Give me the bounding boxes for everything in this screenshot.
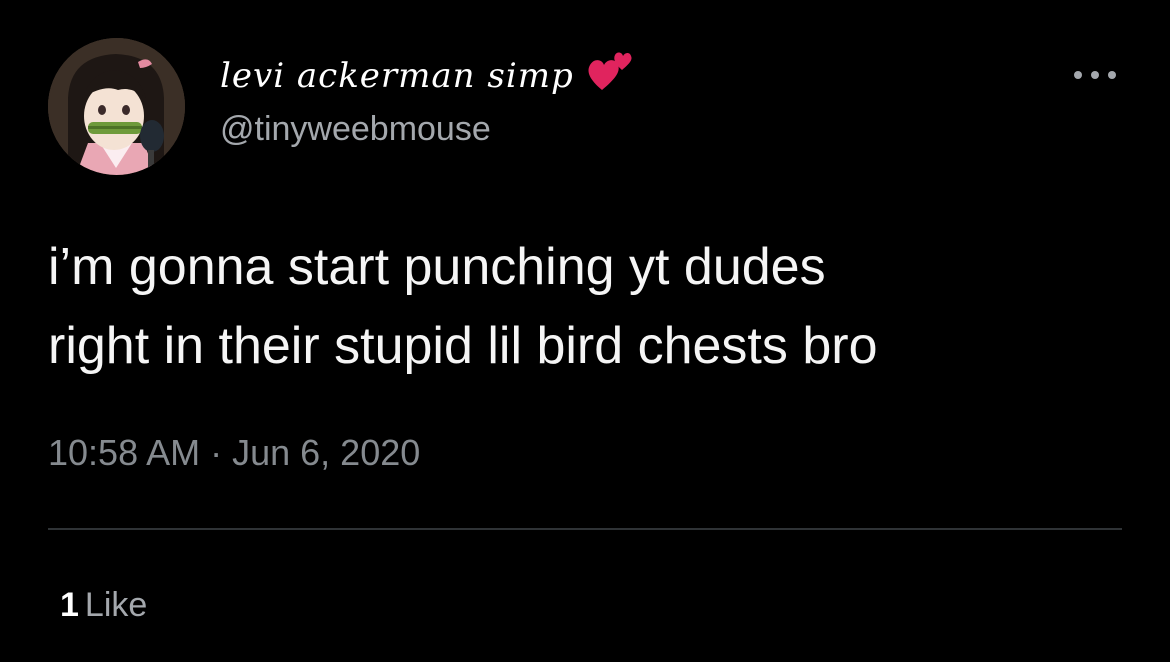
author-name-row[interactable]: levi ackerman simp bbox=[220, 48, 638, 104]
two-hearts-icon bbox=[586, 46, 638, 98]
like-count: 1 bbox=[60, 586, 79, 624]
like-label: Like bbox=[84, 586, 148, 624]
more-options-button[interactable] bbox=[1070, 60, 1120, 90]
likes-stat[interactable]: 1 Like bbox=[60, 586, 147, 625]
tweet-card: levi ackerman simp @tinyweebmouse i’m go… bbox=[0, 0, 1170, 662]
more-options-icon bbox=[1074, 71, 1116, 79]
display-name[interactable]: levi ackerman simp bbox=[220, 56, 574, 96]
tweet-text: i’m gonna start punching yt dudes right … bbox=[48, 238, 878, 375]
author-handle[interactable]: @tinyweebmouse bbox=[220, 110, 491, 149]
avatar[interactable] bbox=[48, 38, 185, 175]
divider bbox=[48, 528, 1122, 530]
tweet-timestamp[interactable]: 10:58 AM · Jun 6, 2020 bbox=[48, 432, 420, 474]
avatar-image bbox=[48, 38, 185, 175]
